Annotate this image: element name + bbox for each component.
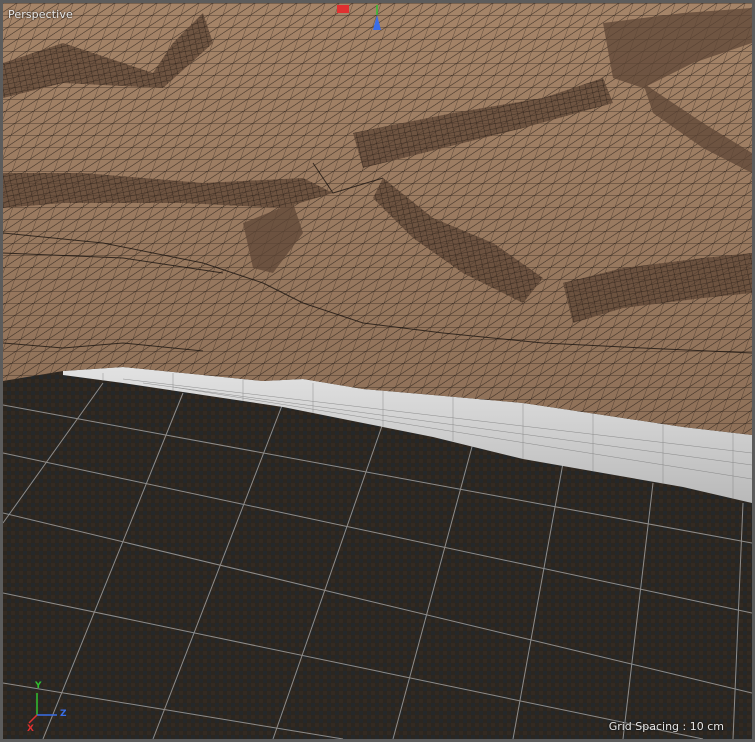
3d-scene[interactable] xyxy=(3,3,752,739)
axis-gizmo-icon: Y Z X xyxy=(23,679,83,735)
z-axis-label: Z xyxy=(60,709,67,719)
x-axis-marker-icon xyxy=(337,5,349,13)
x-axis-label: X xyxy=(27,724,34,734)
perspective-viewport[interactable]: Perspective Y Z X Grid Spacing : 10 cm xyxy=(0,0,755,742)
view-name-label: Perspective xyxy=(8,8,73,21)
y-axis-label: Y xyxy=(35,681,42,691)
grid-spacing-readout: Grid Spacing : 10 cm xyxy=(608,720,724,733)
